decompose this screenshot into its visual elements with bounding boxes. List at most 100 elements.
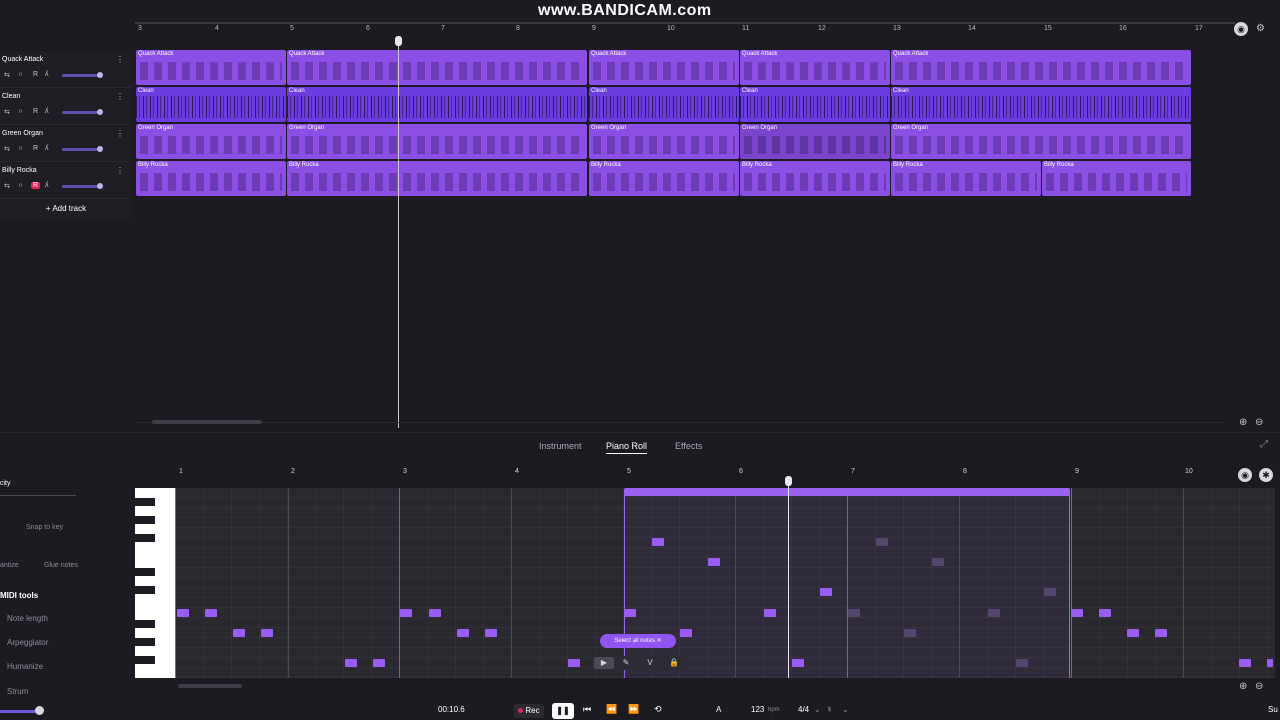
- clip-quack-attack[interactable]: Quack Attack: [589, 50, 739, 85]
- mute-icon[interactable]: ⇆: [4, 108, 10, 116]
- playhead-handle[interactable]: [785, 476, 792, 486]
- chevron-down-icon[interactable]: ⌄: [842, 705, 849, 714]
- clip-billy-rocka[interactable]: Billy Rocka: [589, 161, 739, 196]
- track-name[interactable]: Quack Attack: [2, 56, 43, 63]
- glue-notes-button[interactable]: Glue notes: [44, 562, 78, 569]
- zoom-in-icon[interactable]: ⊕: [1239, 417, 1247, 428]
- midi-note[interactable]: [177, 609, 189, 617]
- key-display[interactable]: A: [716, 705, 721, 714]
- slider-knob[interactable]: [97, 183, 103, 189]
- clip-clean[interactable]: Clean: [891, 87, 1191, 122]
- velocity-slider[interactable]: [0, 495, 76, 496]
- volume-slider[interactable]: [62, 183, 103, 189]
- arpeggiator-item[interactable]: Arpeggiator: [7, 638, 48, 647]
- clip-quack-attack[interactable]: Quack Attack: [287, 50, 587, 85]
- headphones-icon[interactable]: ∩: [18, 71, 23, 78]
- lock-icon[interactable]: 🔒: [664, 657, 684, 669]
- black-key[interactable]: [135, 568, 155, 576]
- arrangement-playhead[interactable]: [398, 42, 399, 428]
- close-icon[interactable]: ✕: [657, 638, 662, 644]
- cut-off-label[interactable]: Su: [1268, 705, 1278, 714]
- piano-roll-ruler[interactable]: 1 2 3 4 5 6 7 8 9 10: [135, 464, 1280, 486]
- clip-clean[interactable]: Clean: [589, 87, 739, 122]
- black-key[interactable]: [135, 534, 155, 542]
- record-button[interactable]: Rec: [514, 704, 544, 718]
- metronome-icon[interactable]: ◉: [1234, 22, 1248, 36]
- add-track-button[interactable]: + Add track: [0, 200, 132, 220]
- track-header-clean[interactable]: Clean ⋮ ⇆ ∩ R ʎ: [0, 89, 132, 125]
- volume-slider[interactable]: [62, 109, 103, 115]
- midi-note[interactable]: [1071, 609, 1083, 617]
- clip-billy-rocka[interactable]: Billy Rocka: [740, 161, 890, 196]
- tuner-icon[interactable]: ♮: [828, 705, 831, 714]
- piano-keyboard[interactable]: [135, 488, 175, 678]
- snap-to-key-toggle[interactable]: Snap to key: [26, 524, 63, 531]
- clip-quack-attack[interactable]: Quack Attack: [891, 50, 1191, 85]
- track-menu-icon[interactable]: ⋮: [116, 55, 124, 64]
- pause-button[interactable]: ❚❚: [552, 703, 574, 719]
- clip-green-organ[interactable]: Green Organ: [740, 124, 890, 159]
- select-tool-icon[interactable]: ▶: [594, 657, 614, 669]
- clip-clean[interactable]: Clean: [740, 87, 890, 122]
- midi-note[interactable]: [1239, 659, 1251, 667]
- midi-note[interactable]: [792, 659, 804, 667]
- track-name[interactable]: Green Organ: [2, 130, 43, 137]
- black-key[interactable]: [135, 638, 155, 646]
- select-all-notes-button[interactable]: Select all notes ✕: [600, 634, 676, 648]
- zoom-out-icon[interactable]: ⊖: [1255, 417, 1263, 428]
- midi-note[interactable]: [261, 629, 273, 637]
- settings-icon[interactable]: ⚙: [1256, 23, 1265, 34]
- midi-note[interactable]: [429, 609, 441, 617]
- master-volume-slider[interactable]: [0, 710, 40, 713]
- rewind-icon[interactable]: ⏪: [606, 704, 617, 715]
- midi-note[interactable]: [345, 659, 357, 667]
- strum-item[interactable]: Strum: [7, 687, 28, 696]
- zoom-in-icon[interactable]: ⊕: [1239, 681, 1247, 692]
- skip-to-start-icon[interactable]: ⏮: [583, 704, 591, 715]
- midi-note[interactable]: [373, 659, 385, 667]
- track-header-quack-attack[interactable]: Quack Attack ⋮ ⇆ ∩ R ʎ: [0, 52, 132, 88]
- headphones-icon[interactable]: ∩: [18, 182, 23, 189]
- track-menu-icon[interactable]: ⋮: [116, 129, 124, 138]
- mute-icon[interactable]: ⇆: [4, 145, 10, 153]
- clip-green-organ[interactable]: Green Organ: [136, 124, 286, 159]
- midi-note[interactable]: [820, 588, 832, 596]
- automation-icon[interactable]: ʎ: [45, 71, 49, 78]
- midi-note[interactable]: [1267, 659, 1273, 667]
- slider-knob[interactable]: [97, 109, 103, 115]
- track-menu-icon[interactable]: ⋮: [116, 166, 124, 175]
- automation-icon[interactable]: ʎ: [45, 182, 49, 189]
- record-arm-button[interactable]: R: [33, 145, 38, 152]
- track-header-billy-rocka[interactable]: Billy Rocka ⋮ ⇆ ∩ R ʎ: [0, 163, 132, 199]
- clip-quack-attack[interactable]: Quack Attack: [136, 50, 286, 85]
- mute-icon[interactable]: ⇆: [4, 182, 10, 190]
- tab-instrument[interactable]: Instrument: [539, 441, 582, 451]
- zoom-out-icon[interactable]: ⊖: [1255, 681, 1263, 692]
- black-key[interactable]: [135, 586, 155, 594]
- clip-billy-rocka[interactable]: Billy Rocka: [1042, 161, 1191, 196]
- midi-note[interactable]: [764, 609, 776, 617]
- midi-note[interactable]: [568, 659, 580, 667]
- clip-billy-rocka[interactable]: Billy Rocka: [891, 161, 1041, 196]
- master-volume-knob[interactable]: [35, 706, 44, 715]
- quantize-dropdown[interactable]: antize: [0, 562, 19, 569]
- bpm-value[interactable]: 123: [751, 705, 764, 714]
- arrangement-ruler[interactable]: 3 4 5 6 7 8 9 10 11 12 13 14 15 16 17: [135, 20, 1280, 42]
- record-arm-button[interactable]: R: [31, 182, 41, 189]
- track-menu-icon[interactable]: ⋮: [116, 92, 124, 101]
- expand-icon[interactable]: ⤢: [1260, 439, 1268, 450]
- black-key[interactable]: [135, 620, 155, 628]
- black-key[interactable]: [135, 498, 155, 506]
- chevron-down-icon[interactable]: ⌄: [814, 705, 821, 714]
- midi-note[interactable]: [708, 558, 720, 566]
- clip-green-organ[interactable]: Green Organ: [287, 124, 587, 159]
- loop-region-bar[interactable]: [624, 488, 1070, 496]
- automation-icon[interactable]: ʎ: [45, 108, 49, 115]
- track-name[interactable]: Billy Rocka: [2, 167, 37, 174]
- clip-clean[interactable]: Clean: [136, 87, 286, 122]
- velocity-tool-icon[interactable]: V: [640, 657, 660, 669]
- midi-note[interactable]: [205, 609, 217, 617]
- midi-note[interactable]: [1099, 609, 1111, 617]
- loop-icon[interactable]: ⟲: [654, 704, 662, 715]
- volume-slider[interactable]: [62, 72, 103, 78]
